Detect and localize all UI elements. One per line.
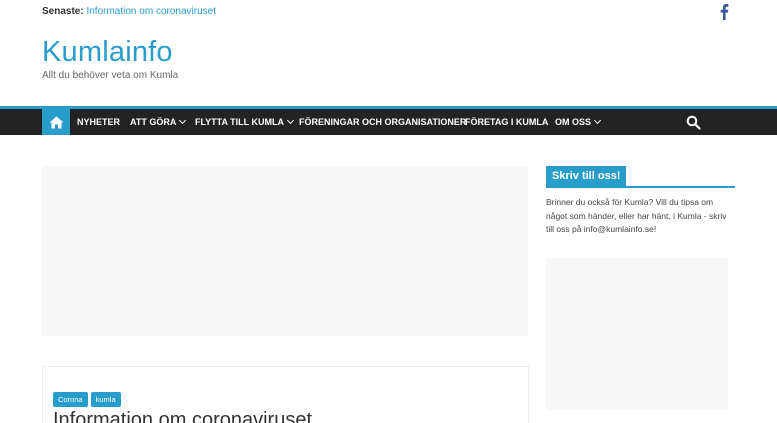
post-title[interactable]: Information om coronaviruset: [53, 409, 312, 423]
ad-placeholder-main: [42, 166, 528, 336]
tag-kumla[interactable]: kumla: [90, 392, 121, 407]
nav-item-att-gora[interactable]: ATT GÖRA: [130, 109, 187, 135]
post-card: Corona kumla Information om coronaviruse…: [42, 366, 529, 423]
sidebar-widget-header: Skriv till oss!: [546, 166, 735, 188]
site-title[interactable]: Kumlainfo: [42, 36, 173, 69]
tag-corona[interactable]: Corona: [53, 392, 88, 407]
nav-item-foretag[interactable]: FÖRETAG I KUMLA: [465, 109, 548, 135]
nav-item-nyheter[interactable]: NYHETER: [77, 109, 120, 135]
search-icon[interactable]: [686, 115, 701, 130]
site-description: Allt du behöver veta om Kumla: [42, 70, 179, 81]
top-bar: Senaste: Information om coronaviruset: [0, 0, 777, 24]
chevron-down-icon: [593, 116, 602, 125]
home-button[interactable]: [42, 109, 70, 135]
latest-news: Senaste: Information om coronaviruset: [42, 6, 216, 17]
ad-placeholder-sidebar: [546, 258, 728, 410]
nav-item-flytta-till-kumla[interactable]: FLYTTA TILL KUMLA: [195, 109, 295, 135]
facebook-icon[interactable]: [716, 3, 732, 21]
nav-item-foreningar[interactable]: FÖRENINGAR OCH ORGANISATIONER: [299, 109, 466, 135]
sidebar-widget-title: Skriv till oss!: [546, 166, 627, 186]
nav-item-om-oss[interactable]: OM OSS: [555, 109, 602, 135]
chevron-down-icon: [179, 116, 187, 125]
main-navigation: NYHETER ATT GÖRA FLYTTA TILL KUMLA FÖREN…: [0, 109, 777, 135]
sidebar-widget-text: Brinner du också för Kumla? Vill du tips…: [546, 197, 727, 234]
chevron-down-icon: [286, 116, 295, 125]
latest-label: Senaste:: [42, 6, 84, 17]
post-tags: Corona kumla: [53, 392, 121, 407]
home-icon: [49, 116, 63, 128]
latest-news-link[interactable]: Information om coronaviruset: [86, 6, 216, 17]
